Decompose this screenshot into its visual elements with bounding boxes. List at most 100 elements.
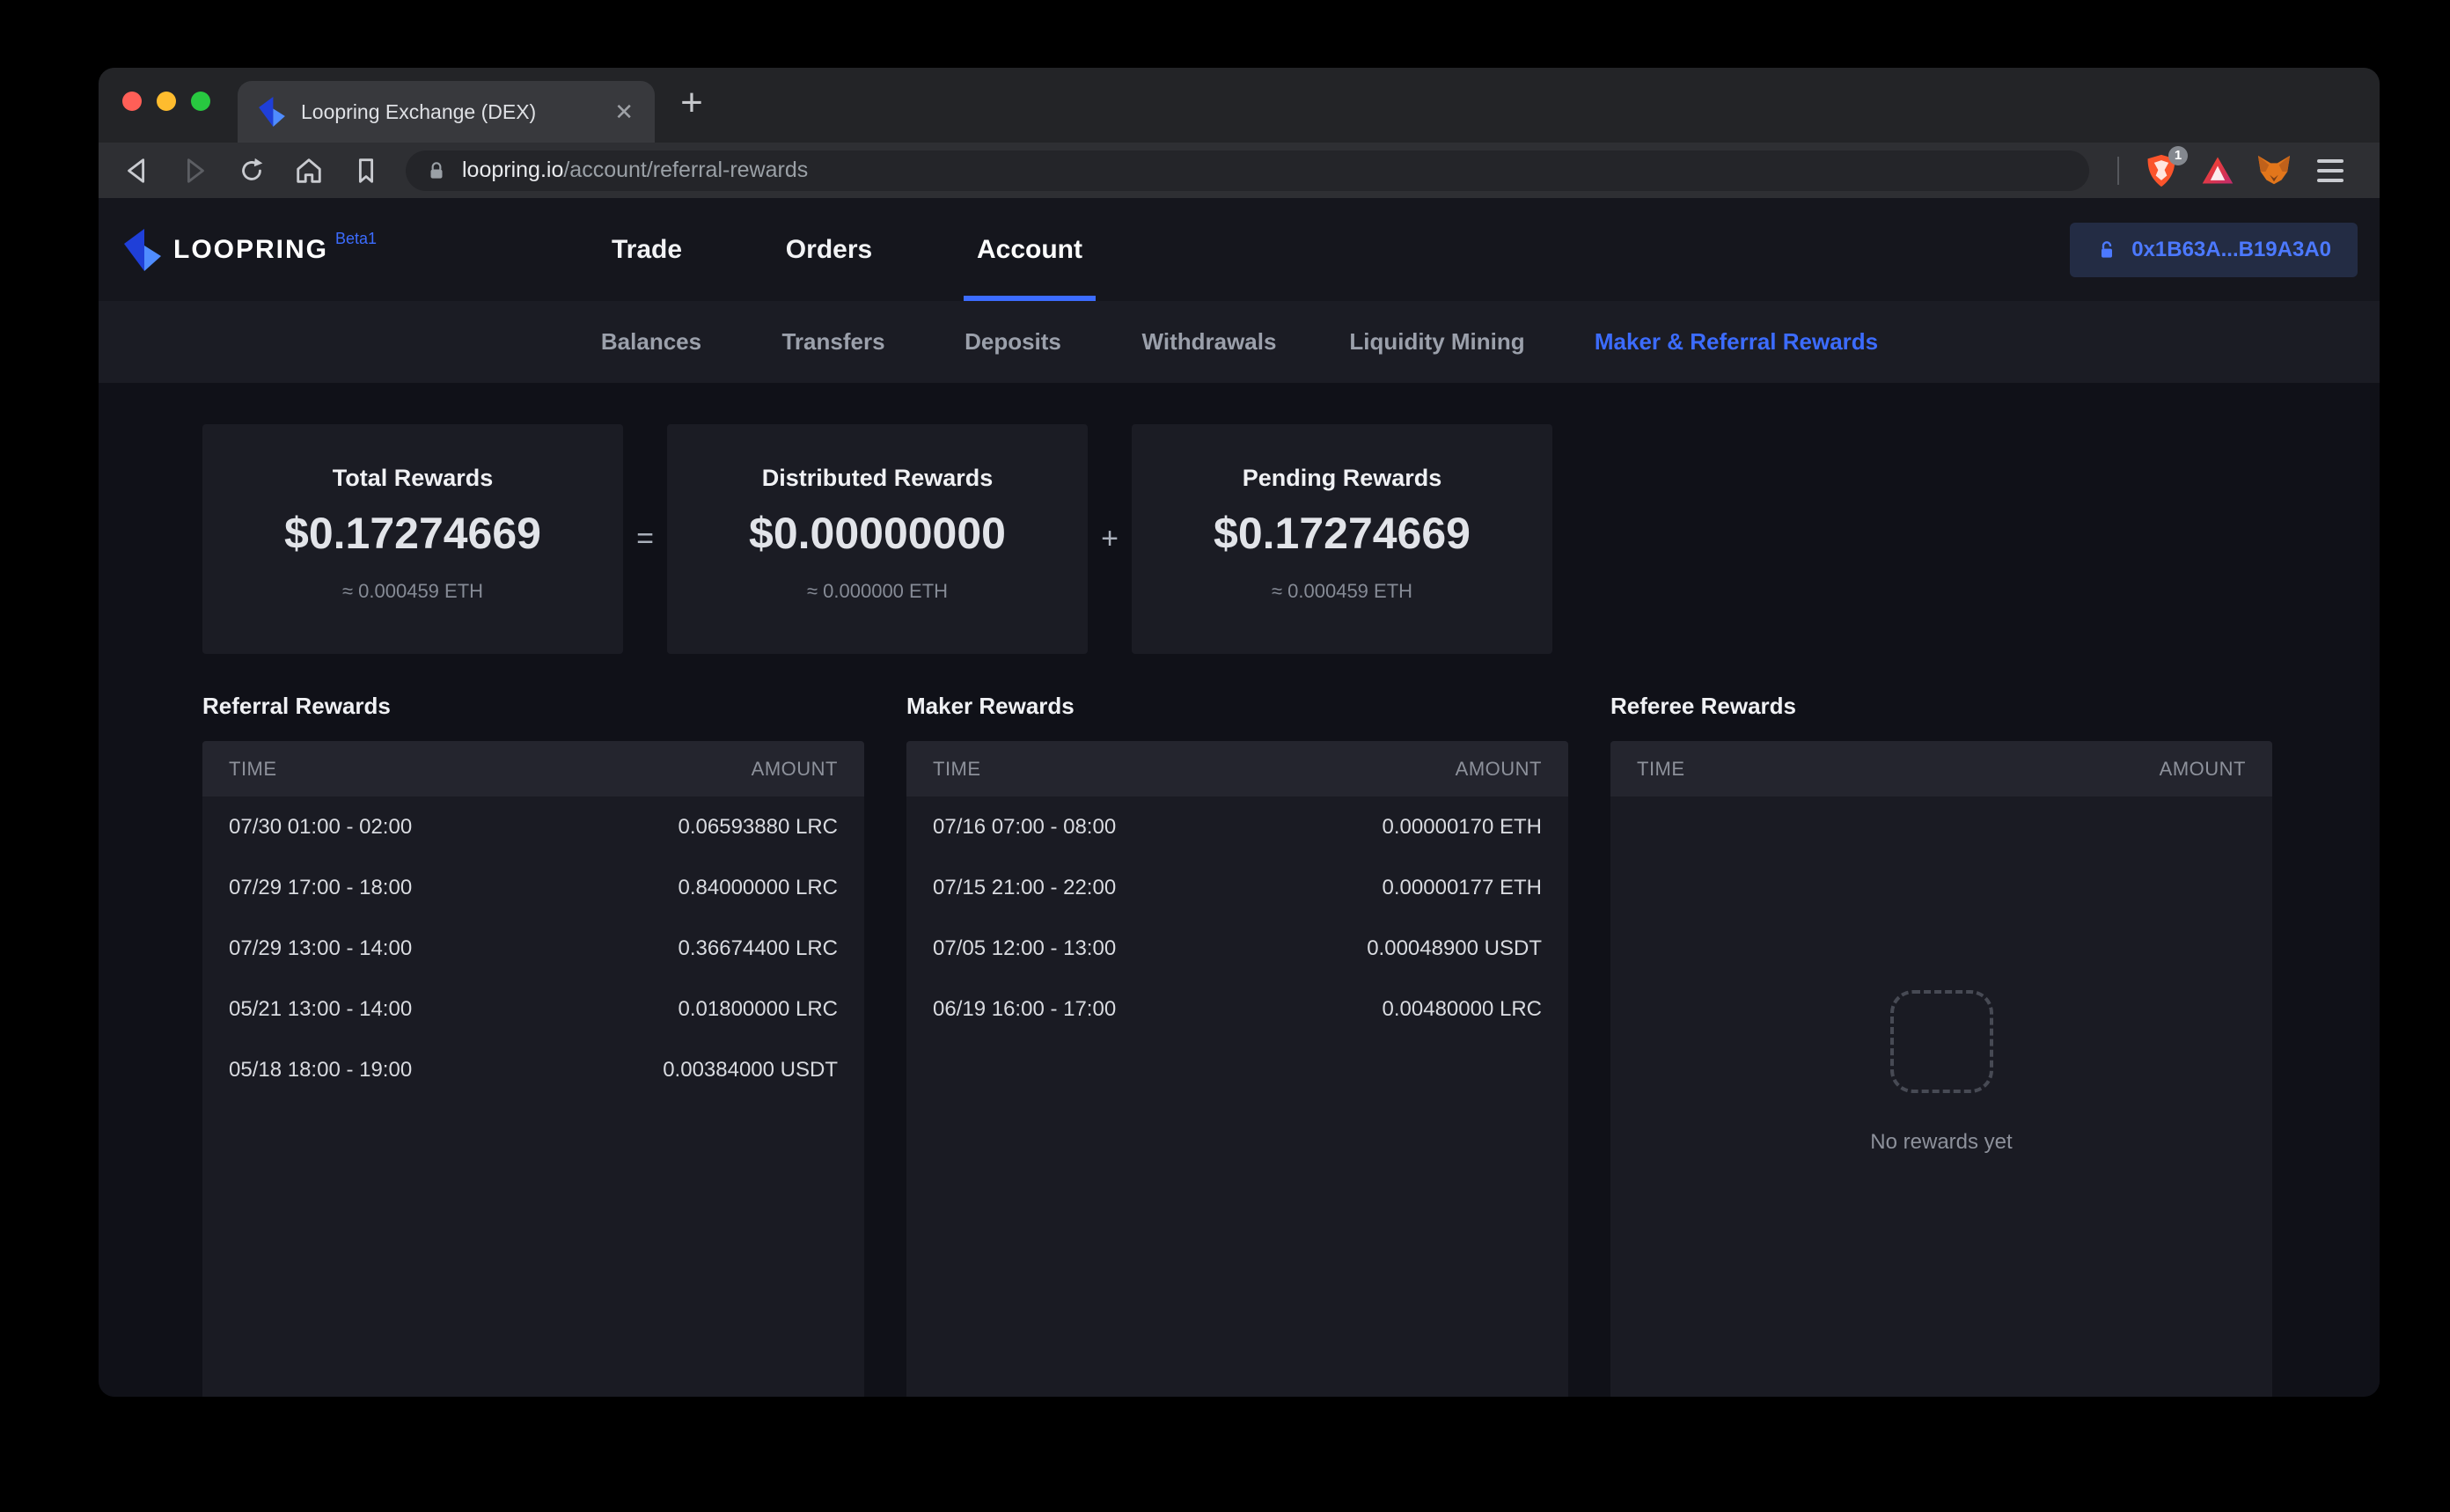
table-row: 05/18 18:00 - 19:00 0.00384000 USDT: [202, 1039, 864, 1100]
browser-toolbar: loopring.io/account/referral-rewards 1: [99, 143, 2380, 198]
row-time: 07/29 17:00 - 18:00: [229, 875, 413, 899]
section-title: Maker Rewards: [906, 693, 1075, 719]
total-rewards-card: Total Rewards $0.17274669 ≈ 0.000459 ETH: [202, 424, 623, 654]
table-row: 06/19 16:00 - 17:00 0.00480000 LRC: [906, 979, 1568, 1039]
table-header: TIME AMOUNT: [1610, 741, 2272, 796]
row-time: 05/18 18:00 - 19:00: [229, 1057, 413, 1082]
row-amount: 0.00000170 ETH: [1382, 814, 1542, 839]
beta-tag: Beta1: [335, 230, 378, 247]
address-bar[interactable]: loopring.io/account/referral-rewards: [406, 150, 2089, 191]
referral-rewards-section: Referral Rewards TIME AMOUNT 07/30 01:00…: [202, 693, 864, 1397]
subnav-transfers[interactable]: Transfers: [781, 301, 884, 383]
forward-icon[interactable]: [177, 150, 212, 192]
browser-window: Loopring Exchange (DEX) ✕ + loopring.io/…: [99, 68, 2380, 1397]
row-time: 07/05 12:00 - 13:00: [933, 936, 1117, 960]
subnav-balances[interactable]: Balances: [601, 301, 701, 383]
reload-icon[interactable]: [234, 150, 269, 192]
brave-shield-icon[interactable]: 1: [2140, 145, 2188, 192]
row-amount: 0.01800000 LRC: [678, 996, 838, 1021]
card-value: $0.17274669: [1214, 509, 1471, 558]
account-subnav: Balances Transfers Deposits Withdrawals …: [99, 301, 2380, 383]
equals-operator: =: [636, 522, 654, 555]
distributed-rewards-card: Distributed Rewards $0.00000000 ≈ 0.0000…: [667, 424, 1088, 654]
card-value: $0.17274669: [284, 509, 541, 558]
url-path: /account/referral-rewards: [563, 158, 809, 182]
rewards-page: Total Rewards $0.17274669 ≈ 0.000459 ETH…: [99, 383, 2380, 1397]
table-row: 07/29 17:00 - 18:00 0.84000000 LRC: [202, 857, 864, 918]
card-title: Total Rewards: [332, 465, 494, 491]
subnav-liquidity-mining[interactable]: Liquidity Mining: [1349, 301, 1524, 383]
subnav-deposits[interactable]: Deposits: [965, 301, 1061, 383]
row-time: 06/19 16:00 - 17:00: [933, 996, 1117, 1021]
referral-rewards-table: TIME AMOUNT 07/30 01:00 - 02:00 0.065938…: [202, 741, 864, 1397]
zoom-window-button[interactable]: [191, 92, 210, 111]
tab-strip: Loopring Exchange (DEX) ✕ +: [99, 68, 2380, 143]
table-header: TIME AMOUNT: [906, 741, 1568, 796]
pending-rewards-card: Pending Rewards $0.17274669 ≈ 0.000459 E…: [1132, 424, 1552, 654]
row-time: 07/30 01:00 - 02:00: [229, 814, 413, 839]
table-row: 07/05 12:00 - 13:00 0.00048900 USDT: [906, 918, 1568, 979]
tab-title: Loopring Exchange (DEX): [301, 99, 537, 123]
loopring-brand[interactable]: LOOPRING Beta1: [124, 198, 377, 301]
table-row: 07/16 07:00 - 08:00 0.00000170 ETH: [906, 796, 1568, 857]
minimize-window-button[interactable]: [157, 92, 176, 111]
browser-tab[interactable]: Loopring Exchange (DEX) ✕: [238, 81, 655, 143]
tab-close-icon[interactable]: ✕: [614, 99, 634, 126]
col-amount: AMOUNT: [1455, 757, 1542, 780]
row-amount: 0.06593880 LRC: [678, 814, 838, 839]
col-amount: AMOUNT: [2159, 757, 2246, 780]
site-header: LOOPRING Beta1 Trade Orders Account 0x1B…: [99, 198, 2380, 301]
subnav-maker-referral-rewards[interactable]: Maker & Referral Rewards: [1595, 301, 1878, 383]
table-header: TIME AMOUNT: [202, 741, 864, 796]
table-row: 05/21 13:00 - 14:00 0.01800000 LRC: [202, 979, 864, 1039]
card-value: $0.00000000: [749, 509, 1006, 558]
table-row: 07/30 01:00 - 02:00 0.06593880 LRC: [202, 796, 864, 857]
window-controls: [122, 92, 210, 111]
section-title: Referee Rewards: [1610, 693, 1796, 719]
col-amount: AMOUNT: [751, 757, 838, 780]
nav-trade[interactable]: Trade: [612, 198, 682, 301]
referee-rewards-section: Referee Rewards TIME AMOUNT No rewards y…: [1610, 693, 2272, 1397]
row-time: 07/15 21:00 - 22:00: [933, 875, 1117, 899]
loopring-logo-icon: [124, 228, 161, 271]
subnav-withdrawals[interactable]: Withdrawals: [1142, 301, 1277, 383]
secure-lock-icon: [425, 159, 448, 182]
maker-rewards-section: Maker Rewards TIME AMOUNT 07/16 07:00 - …: [906, 693, 1568, 1397]
empty-placeholder-icon: [1889, 990, 1993, 1093]
row-time: 05/21 13:00 - 14:00: [229, 996, 413, 1021]
row-time: 07/16 07:00 - 08:00: [933, 814, 1117, 839]
empty-state: No rewards yet: [1610, 796, 2272, 1155]
back-icon[interactable]: [120, 150, 155, 192]
loopring-favicon-icon: [259, 97, 285, 127]
wallet-address-button[interactable]: 0x1B63A...B19A3A0: [2070, 223, 2358, 277]
col-time: TIME: [1637, 757, 1685, 780]
desktop-background: Loopring Exchange (DEX) ✕ + loopring.io/…: [0, 0, 2450, 1512]
close-window-button[interactable]: [122, 92, 142, 111]
nav-account[interactable]: Account: [977, 198, 1082, 301]
row-amount: 0.84000000 LRC: [678, 875, 838, 899]
new-tab-button[interactable]: +: [669, 80, 715, 126]
referee-rewards-table: TIME AMOUNT No rewards yet: [1610, 741, 2272, 1397]
url-text: loopring.io/account/referral-rewards: [462, 158, 808, 183]
row-amount: 0.00384000 USDT: [663, 1057, 838, 1082]
home-icon[interactable]: [291, 150, 326, 192]
row-amount: 0.00480000 LRC: [1382, 996, 1542, 1021]
card-title: Pending Rewards: [1242, 465, 1442, 491]
col-time: TIME: [933, 757, 981, 780]
col-time: TIME: [229, 757, 277, 780]
nav-orders[interactable]: Orders: [786, 198, 872, 301]
row-amount: 0.00000177 ETH: [1382, 875, 1542, 899]
brave-rewards-triangle-icon[interactable]: [2197, 150, 2239, 192]
url-host: loopring.io: [462, 158, 564, 182]
bookmark-icon[interactable]: [348, 150, 384, 192]
card-eth-value: ≈ 0.000000 ETH: [806, 580, 949, 602]
metamask-fox-icon[interactable]: [2253, 150, 2295, 192]
rewards-summary: Total Rewards $0.17274669 ≈ 0.000459 ETH…: [202, 424, 2380, 654]
toolbar-divider: [2117, 156, 2119, 185]
card-title: Distributed Rewards: [761, 465, 994, 491]
row-time: 07/29 13:00 - 14:00: [229, 936, 413, 960]
maker-rewards-table: TIME AMOUNT 07/16 07:00 - 08:00 0.000001…: [906, 741, 1568, 1397]
browser-menu-icon[interactable]: [2309, 150, 2351, 192]
brand-name: LOOPRING: [173, 234, 329, 264]
plus-operator: +: [1101, 522, 1119, 555]
